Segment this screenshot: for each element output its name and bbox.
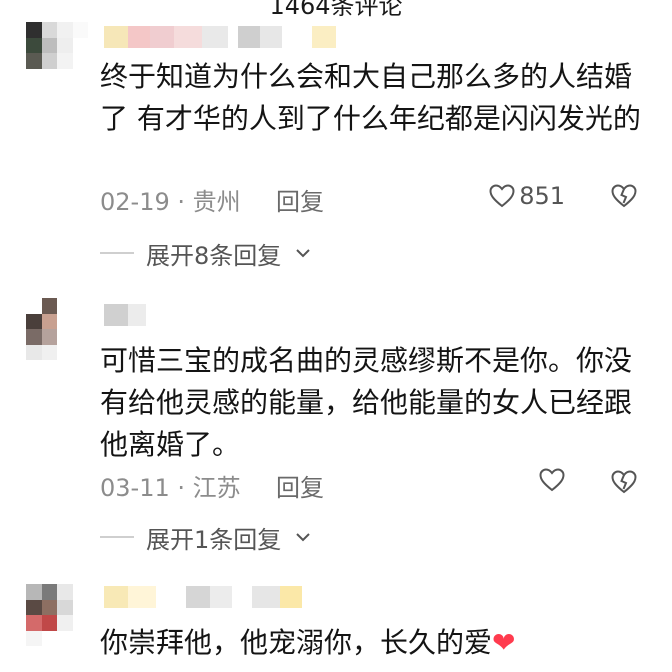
comment-date: 03-11 bbox=[100, 474, 170, 502]
comment-date-location: 03-11 · 江苏 bbox=[100, 468, 241, 503]
avatar[interactable] bbox=[26, 22, 88, 84]
reply-button[interactable]: 回复 bbox=[276, 182, 324, 217]
expand-replies[interactable]: 展开1条回复 bbox=[100, 520, 311, 554]
dislike-heart-icon bbox=[611, 470, 637, 494]
red-heart-emoji-icon: ❤ bbox=[492, 626, 516, 659]
username-blurred[interactable] bbox=[104, 304, 146, 326]
divider-line bbox=[100, 252, 134, 254]
comment-text: 你崇拜他，他宠溺你，长久的爱❤ bbox=[100, 622, 650, 664]
username-blurred[interactable] bbox=[104, 26, 336, 48]
meta-separator: · bbox=[169, 188, 193, 216]
username-blurred[interactable] bbox=[104, 586, 302, 608]
chevron-down-icon bbox=[296, 249, 310, 258]
comments-page: 1464条评论 终于知道为什么会和大自己那么多的人结婚了 有才华的人到了什么年纪… bbox=[0, 0, 672, 672]
expand-replies-label: 展开1条回复 bbox=[146, 525, 282, 554]
avatar[interactable] bbox=[26, 584, 88, 646]
comment-meta: 03-11 · 江苏 回复 bbox=[100, 468, 645, 502]
heart-outline-icon bbox=[489, 184, 515, 208]
chevron-down-icon bbox=[296, 533, 310, 542]
like-button[interactable]: 851 bbox=[489, 182, 565, 210]
comment-text-content: 你崇拜他，他宠溺你，长久的爱 bbox=[100, 626, 493, 659]
like-button[interactable] bbox=[539, 468, 565, 492]
dislike-button[interactable] bbox=[611, 470, 637, 500]
reply-button[interactable]: 回复 bbox=[276, 468, 324, 503]
comment-text: 终于知道为什么会和大自己那么多的人结婚了 有才华的人到了什么年纪都是闪闪发光的 bbox=[100, 60, 641, 135]
comment-date: 02-19 bbox=[100, 188, 170, 216]
comment-meta: 02-19 · 贵州 回复 851 bbox=[100, 182, 645, 216]
comments-title: 1464条评论 bbox=[269, 0, 403, 20]
expand-replies-label: 展开8条回复 bbox=[146, 241, 282, 270]
divider-line bbox=[100, 536, 134, 538]
comment-location: 江苏 bbox=[192, 474, 241, 502]
like-count: 851 bbox=[519, 182, 565, 210]
dislike-button[interactable] bbox=[611, 184, 637, 214]
meta-separator: · bbox=[169, 474, 193, 502]
avatar[interactable] bbox=[26, 298, 88, 360]
comment-text: 可惜三宝的成名曲的灵感缪斯不是你。你没有给他灵感的能量，给他能量的女人已经跟他离… bbox=[100, 344, 633, 461]
dislike-heart-icon bbox=[611, 184, 637, 208]
heart-outline-icon bbox=[539, 468, 565, 492]
comment-date-location: 02-19 · 贵州 bbox=[100, 182, 241, 217]
comment-location: 贵州 bbox=[192, 188, 241, 216]
expand-replies[interactable]: 展开8条回复 bbox=[100, 236, 311, 270]
